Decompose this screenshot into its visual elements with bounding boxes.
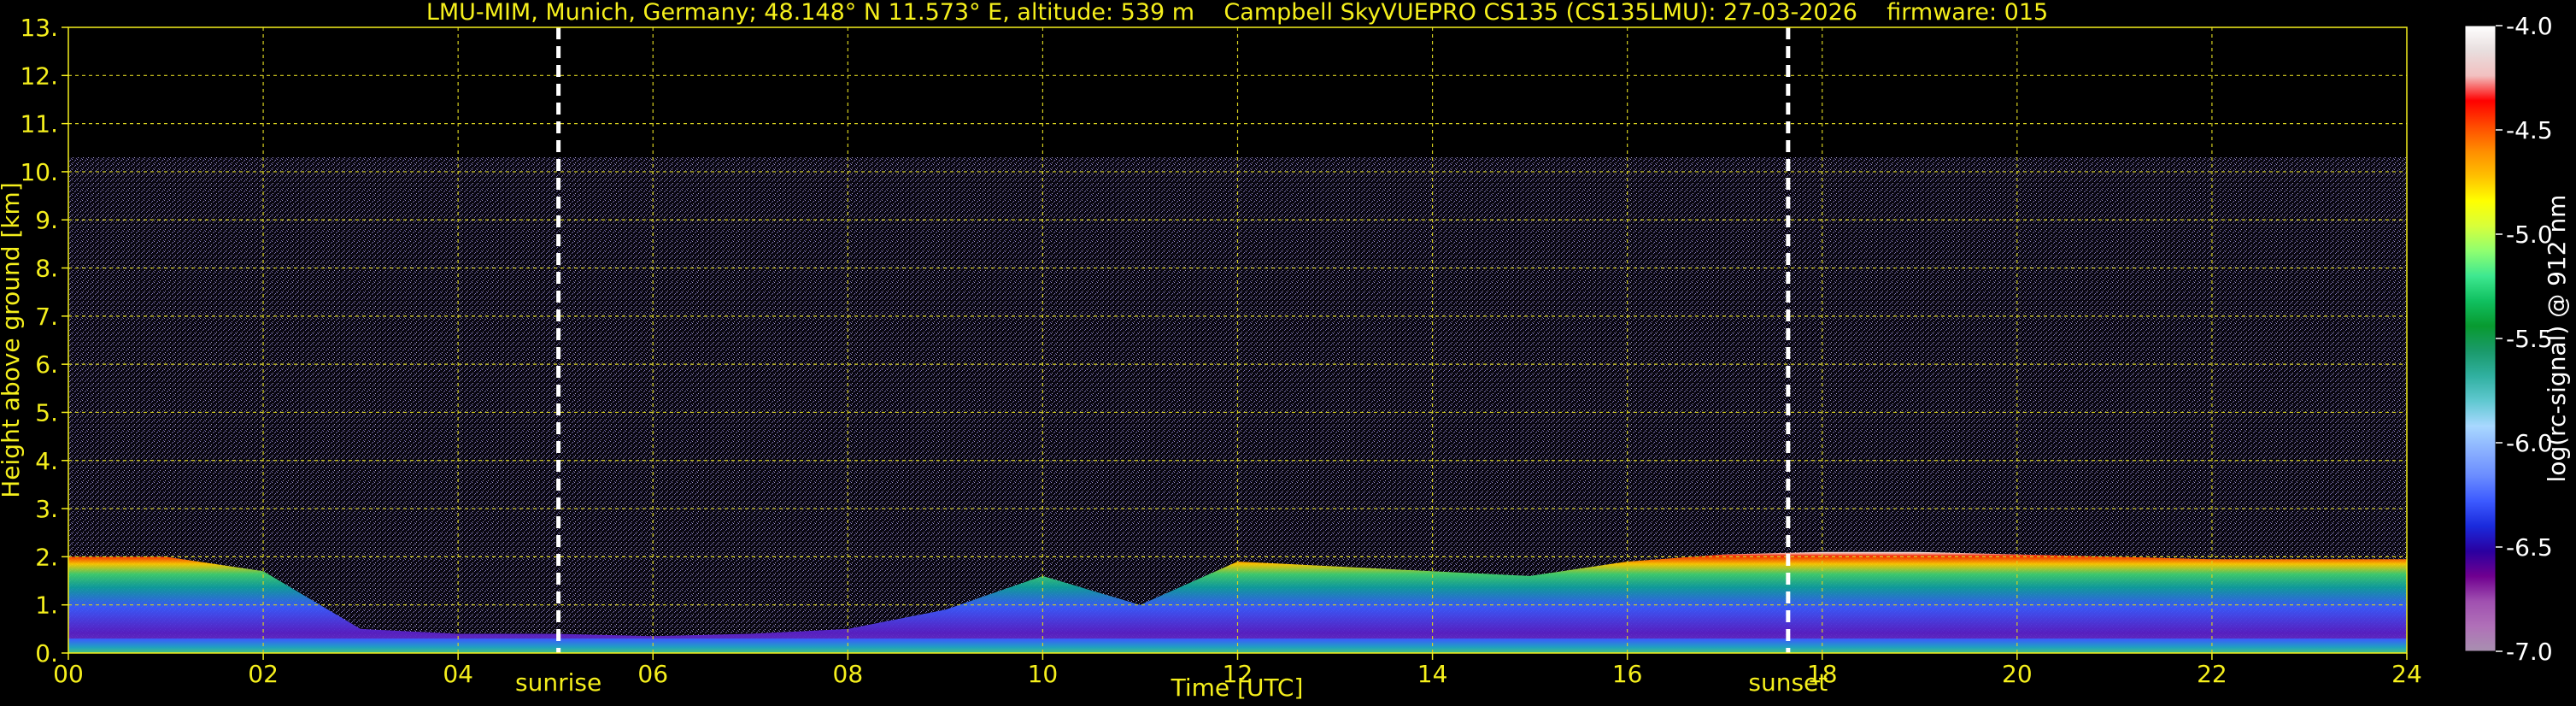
x-tick-label: 24 (2391, 660, 2422, 688)
ceilometer-chart: sunrise sunset 0.1.2.3.4.5.6.7.8.9.10.11.… (0, 0, 2571, 702)
y-tick-label: 5. (35, 398, 58, 427)
x-tick-label: 22 (2197, 660, 2227, 688)
colorbar-tick-label: -7.0 (2506, 638, 2553, 666)
y-tick-label: 12. (20, 62, 58, 90)
y-axis-label: Height above ground [km] (0, 182, 25, 498)
y-tick-label: 3. (35, 495, 58, 523)
x-tick-label: 06 (637, 660, 668, 688)
y-tick-label: 10. (20, 158, 58, 186)
y-axis-ticks: 0.1.2.3.4.5.6.7.8.9.10.11.12.13. (20, 14, 68, 668)
x-tick-label: 16 (1612, 660, 1643, 688)
y-tick-label: 4. (35, 447, 58, 475)
y-tick-label: 8. (35, 255, 58, 283)
x-axis-label: Time [UTC] (1171, 674, 1304, 702)
colorbar-tick-label: -6.5 (2506, 533, 2553, 562)
x-tick-label: 14 (1417, 660, 1448, 688)
x-tick-label: 00 (53, 660, 84, 688)
x-tick-label: 08 (833, 660, 864, 688)
colorbar-tick-label: -4.5 (2506, 116, 2553, 144)
y-tick-label: 7. (35, 303, 58, 331)
y-tick-label: 9. (35, 206, 58, 234)
colorbar-label: log(rc-signal) @ 912 nm (2543, 195, 2571, 483)
x-tick-label: 10 (1028, 660, 1059, 688)
y-tick-label: 13. (20, 14, 58, 42)
colorbar-tick-label: -4.0 (2506, 12, 2553, 40)
x-tick-label: 02 (248, 660, 279, 688)
x-tick-label: 04 (443, 660, 473, 688)
y-tick-label: 2. (35, 543, 58, 571)
y-tick-label: 6. (35, 350, 58, 379)
event-label-sunrise: sunrise (515, 668, 601, 697)
colorbar (2464, 25, 2497, 652)
x-tick-label: 20 (2002, 660, 2033, 688)
y-tick-label: 1. (35, 591, 58, 620)
chart-title: LMU-MIM, Munich, Germany; 48.148° N 11.5… (426, 0, 2048, 26)
x-tick-label: 18 (1807, 660, 1838, 688)
y-tick-label: 11. (20, 110, 58, 138)
